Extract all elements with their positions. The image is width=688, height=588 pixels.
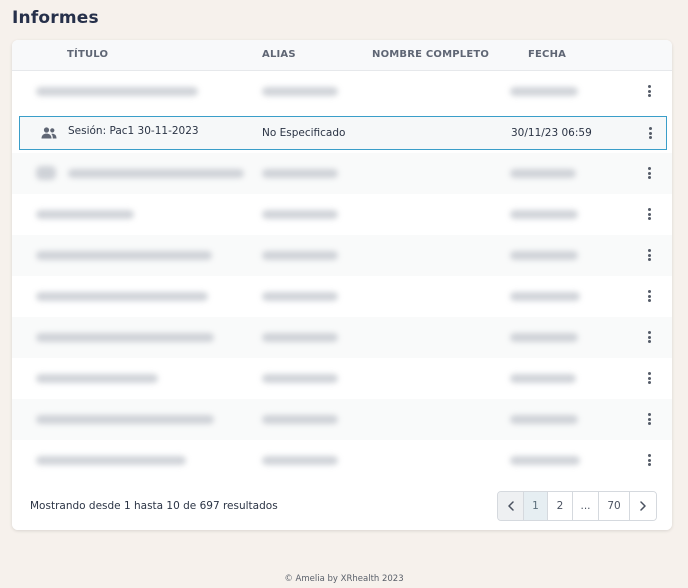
- blurred-date: [510, 87, 578, 96]
- table-row[interactable]: [12, 71, 672, 112]
- row-menu-icon[interactable]: [642, 248, 656, 262]
- table-row[interactable]: [12, 399, 672, 440]
- chevron-left-icon: [507, 501, 514, 511]
- blurred-title: [36, 456, 186, 465]
- table-row[interactable]: [12, 194, 672, 235]
- blurred-alias: [262, 87, 338, 96]
- blurred-title: [36, 251, 212, 260]
- table-row[interactable]: [12, 235, 672, 276]
- page-button-2[interactable]: 2: [548, 492, 573, 520]
- row-menu-icon[interactable]: [642, 453, 656, 467]
- blurred-alias: [262, 251, 338, 260]
- chevron-right-icon: [640, 501, 646, 511]
- previous-page-button[interactable]: [498, 492, 524, 520]
- blurred-alias: [262, 456, 338, 465]
- table-row[interactable]: [12, 276, 672, 317]
- row-menu-icon[interactable]: [642, 84, 656, 98]
- row-menu-icon[interactable]: [642, 207, 656, 221]
- blurred-date: [510, 415, 578, 424]
- table-row[interactable]: [12, 317, 672, 358]
- copyright-text: © Amelia by XRhealth 2023: [284, 574, 404, 584]
- row-menu-icon[interactable]: [642, 330, 656, 344]
- blurred-alias: [262, 292, 338, 301]
- row-alias: No Especificado: [262, 127, 346, 139]
- table-row[interactable]: [12, 358, 672, 399]
- blurred-date: [510, 210, 578, 219]
- row-menu-icon[interactable]: [642, 412, 656, 426]
- blurred-icon: [36, 166, 56, 180]
- column-header-nombre-completo[interactable]: NOMBRE COMPLETO: [372, 49, 489, 60]
- blurred-alias: [262, 333, 338, 342]
- page-button-1[interactable]: 1: [524, 492, 548, 520]
- blurred-title: [36, 87, 198, 96]
- blurred-title: [68, 169, 244, 178]
- blurred-date: [510, 456, 580, 465]
- column-header-fecha[interactable]: FECHA: [528, 49, 566, 60]
- row-date: 30/11/23 06:59: [511, 127, 592, 139]
- blurred-alias: [262, 210, 338, 219]
- blurred-title: [36, 374, 158, 383]
- blurred-title: [36, 333, 214, 342]
- row-menu-icon[interactable]: [642, 371, 656, 385]
- pagination: 1 2 ... 70: [497, 491, 657, 521]
- page-button-70[interactable]: 70: [599, 492, 630, 520]
- blurred-title: [36, 415, 214, 424]
- blurred-date: [510, 251, 578, 260]
- page-title: Informes: [12, 8, 99, 28]
- next-page-button[interactable]: [630, 492, 656, 520]
- users-icon: [41, 127, 57, 139]
- blurred-alias: [262, 415, 338, 424]
- row-title: Sesión: Pac1 30-11-2023: [68, 125, 199, 137]
- table-row[interactable]: [12, 153, 672, 194]
- table-row[interactable]: [12, 440, 672, 481]
- column-header-alias[interactable]: ALIAS: [262, 49, 296, 60]
- table-footer: Mostrando desde 1 hasta 10 de 697 result…: [12, 481, 672, 530]
- blurred-title: [36, 210, 134, 219]
- table-row-selected[interactable]: Sesión: Pac1 30-11-2023 No Especificado …: [19, 116, 667, 150]
- blurred-date: [510, 374, 576, 383]
- blurred-alias: [262, 169, 338, 178]
- blurred-date: [510, 169, 576, 178]
- blurred-date: [510, 333, 578, 342]
- column-header-titulo[interactable]: TÍTULO: [67, 49, 108, 60]
- row-menu-icon[interactable]: [642, 289, 656, 303]
- reports-table-card: TÍTULO ALIAS NOMBRE COMPLETO FECHA Sesió…: [12, 40, 672, 530]
- row-menu-icon[interactable]: [643, 126, 657, 140]
- row-menu-icon[interactable]: [642, 166, 656, 180]
- blurred-title: [36, 292, 208, 301]
- page-ellipsis: ...: [573, 492, 599, 520]
- blurred-date: [510, 292, 580, 301]
- table-header: TÍTULO ALIAS NOMBRE COMPLETO FECHA: [12, 40, 672, 71]
- blurred-alias: [262, 374, 338, 383]
- results-summary: Mostrando desde 1 hasta 10 de 697 result…: [30, 500, 278, 512]
